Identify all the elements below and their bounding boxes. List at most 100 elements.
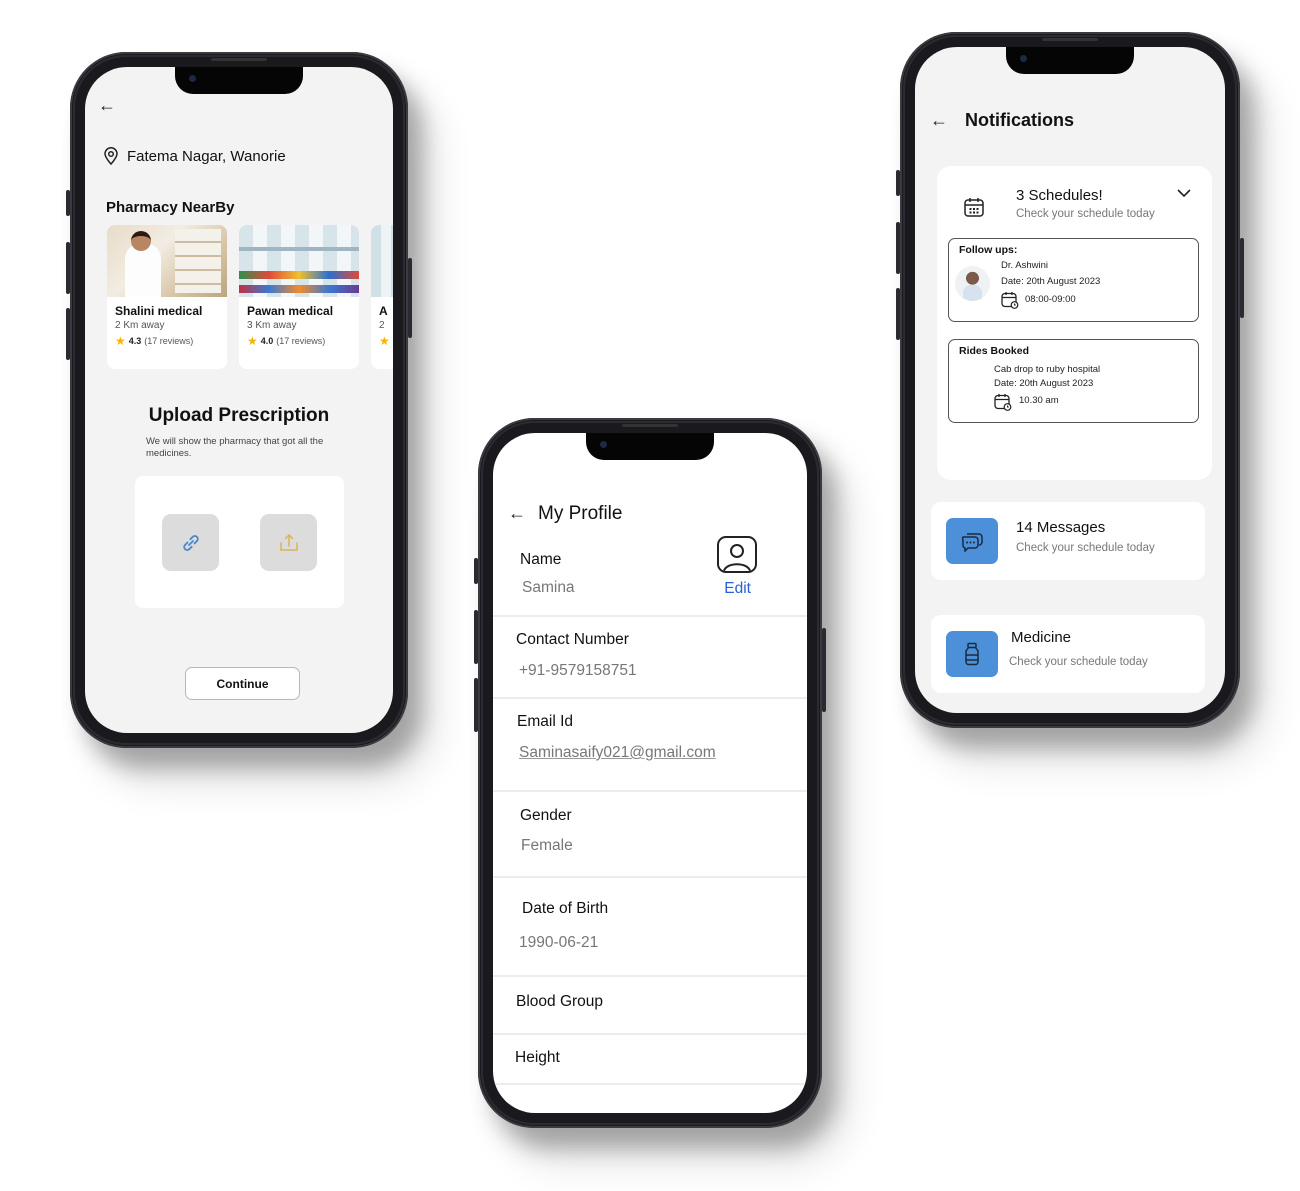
camera bbox=[189, 75, 196, 82]
pharmacy-carousel[interactable]: Shalini medical 2 Km away ★ 4.3 (17 revi… bbox=[107, 225, 393, 369]
messages-title: 14 Messages bbox=[1016, 519, 1106, 536]
star-icon: ★ bbox=[115, 334, 126, 348]
pharmacy-card[interactable]: A 2 ★ bbox=[371, 225, 393, 369]
pharmacy-photo bbox=[107, 225, 227, 297]
notch bbox=[175, 67, 303, 94]
rating-value: 4.0 bbox=[260, 336, 274, 346]
link-icon bbox=[182, 534, 199, 551]
follow-up-item[interactable]: Follow ups: Dr. Ashwini Date: 20th Augus… bbox=[948, 238, 1199, 322]
medicine-icon-tile bbox=[946, 631, 998, 677]
profile-field-height: Height bbox=[493, 1035, 807, 1085]
power-button bbox=[822, 628, 826, 712]
upload-file-button[interactable] bbox=[260, 514, 317, 571]
location-text: Fatema Nagar, Wanorie bbox=[127, 147, 286, 165]
calendar-clock-icon bbox=[994, 394, 1012, 411]
location-selector[interactable]: Fatema Nagar, Wanorie bbox=[103, 147, 286, 165]
pharmacy-card[interactable]: Shalini medical 2 Km away ★ 4.3 (17 revi… bbox=[107, 225, 227, 369]
profile-avatar[interactable] bbox=[717, 536, 757, 573]
schedules-title: 3 Schedules! bbox=[1016, 187, 1103, 204]
pharmacy-nearby-heading: Pharmacy NearBy bbox=[106, 199, 235, 216]
field-value-email[interactable]: Saminasaify021@gmail.com bbox=[519, 744, 716, 762]
upload-options-panel bbox=[135, 476, 344, 608]
follow-up-date: Date: 20th August 2023 bbox=[1001, 276, 1101, 287]
upload-prescription-subtitle: We will show the pharmacy that got all t… bbox=[146, 436, 324, 459]
pharmacy-photo bbox=[371, 225, 393, 297]
mute-switch bbox=[896, 170, 900, 196]
ride-date: Date: 20th August 2023 bbox=[994, 378, 1094, 389]
notifications-screen: ← Notifications 3 Schedules! Check your … bbox=[915, 47, 1225, 713]
schedules-subtitle: Check your schedule today bbox=[1016, 208, 1155, 220]
volume-down-button bbox=[896, 288, 900, 340]
speaker-grille bbox=[622, 424, 678, 427]
volume-down-button bbox=[474, 678, 478, 732]
camera bbox=[600, 441, 607, 448]
field-label: Gender bbox=[520, 807, 572, 824]
edit-profile-link[interactable]: Edit bbox=[724, 580, 751, 598]
rating-value: 4.3 bbox=[128, 336, 142, 346]
upload-prescription-heading: Upload Prescription bbox=[148, 405, 330, 426]
field-value: Samina bbox=[522, 579, 575, 596]
calendar-icon bbox=[964, 198, 984, 217]
pharmacy-rating: ★ 4.3 (17 reviews) bbox=[115, 334, 219, 348]
mute-switch bbox=[474, 558, 478, 584]
volume-up-button bbox=[896, 222, 900, 274]
messages-icon-tile bbox=[946, 518, 998, 564]
chevron-down-icon[interactable] bbox=[1176, 188, 1192, 198]
page-title: Notifications bbox=[965, 110, 1075, 130]
ride-description: Cab drop to ruby hospital bbox=[994, 364, 1101, 375]
continue-button[interactable]: Continue bbox=[185, 667, 300, 700]
medicine-title: Medicine bbox=[1011, 629, 1072, 646]
pharmacy-screen: ← Fatema Nagar, Wanorie Pharmacy NearBy … bbox=[85, 67, 393, 733]
phone-notifications-screen: ← Notifications 3 Schedules! Check your … bbox=[896, 32, 1244, 728]
profile-field-name: Name Samina bbox=[493, 433, 807, 617]
pharmacy-rating: ★ 4.0 (17 reviews) bbox=[247, 334, 351, 348]
messages-subtitle: Check your schedule today bbox=[1016, 542, 1155, 554]
pharmacy-name: A bbox=[379, 304, 388, 318]
chat-bubbles-icon bbox=[961, 533, 983, 552]
star-icon: ★ bbox=[379, 334, 390, 348]
schedules-notification-card[interactable]: 3 Schedules! Check your schedule today F… bbox=[937, 166, 1212, 480]
pharmacy-name: Pawan medical bbox=[247, 304, 334, 318]
pharmacy-rating: ★ bbox=[379, 334, 393, 348]
pharmacy-distance: 2 Km away bbox=[115, 320, 165, 331]
messages-notification-card[interactable]: 14 Messages Check your schedule today bbox=[931, 502, 1205, 580]
pharmacy-distance: 2 bbox=[379, 320, 385, 331]
attach-link-button[interactable] bbox=[162, 514, 219, 571]
speaker-grille bbox=[211, 58, 267, 61]
field-label: Date of Birth bbox=[522, 900, 609, 917]
medicine-subtitle: Check your schedule today bbox=[1009, 656, 1148, 668]
ride-heading: Rides Booked bbox=[959, 345, 1030, 357]
power-button bbox=[1240, 238, 1244, 318]
review-count: (17 reviews) bbox=[276, 336, 326, 346]
field-value: Female bbox=[521, 837, 573, 854]
profile-field-dob: Date of Birth 1990-06-21 bbox=[493, 878, 807, 977]
back-arrow-icon[interactable]: ← bbox=[930, 111, 948, 129]
location-pin-icon bbox=[104, 147, 118, 165]
pharmacy-card[interactable]: Pawan medical 3 Km away ★ 4.0 (17 review… bbox=[239, 225, 359, 369]
follow-up-time: 08:00-09:00 bbox=[1025, 294, 1076, 305]
profile-field-blood-group: Blood Group bbox=[493, 977, 807, 1035]
field-value: +91-9579158751 bbox=[519, 662, 637, 679]
follow-up-heading: Follow ups: bbox=[959, 244, 1018, 256]
field-label: Blood Group bbox=[516, 993, 604, 1010]
speaker-grille bbox=[1042, 38, 1098, 41]
medicine-bottle-icon bbox=[965, 642, 979, 666]
field-label: Email Id bbox=[517, 713, 573, 730]
camera bbox=[1020, 55, 1027, 62]
star-icon: ★ bbox=[247, 334, 258, 348]
phone-profile-screen: ← My Profile Name Samina Edit Contact Nu… bbox=[474, 418, 826, 1128]
doctor-name: Dr. Ashwini bbox=[1001, 260, 1048, 271]
field-label: Name bbox=[520, 551, 562, 568]
medicine-notification-card[interactable]: Medicine Check your schedule today bbox=[931, 615, 1205, 693]
user-avatar-icon bbox=[723, 544, 751, 571]
ride-booked-item[interactable]: Rides Booked Cab drop to ruby hospital D… bbox=[948, 339, 1199, 423]
profile-field-contact: Contact Number +91-9579158751 bbox=[493, 617, 807, 699]
pharmacy-distance: 3 Km away bbox=[247, 320, 297, 331]
field-value: 1990-06-21 bbox=[519, 934, 599, 951]
power-button bbox=[408, 258, 412, 338]
phone-pharmacy-screen: ← Fatema Nagar, Wanorie Pharmacy NearBy … bbox=[66, 52, 412, 748]
field-label: Height bbox=[515, 1049, 560, 1066]
pharmacy-name: Shalini medical bbox=[115, 304, 203, 318]
back-arrow-icon[interactable]: ← bbox=[98, 96, 116, 114]
mute-switch bbox=[66, 190, 70, 216]
